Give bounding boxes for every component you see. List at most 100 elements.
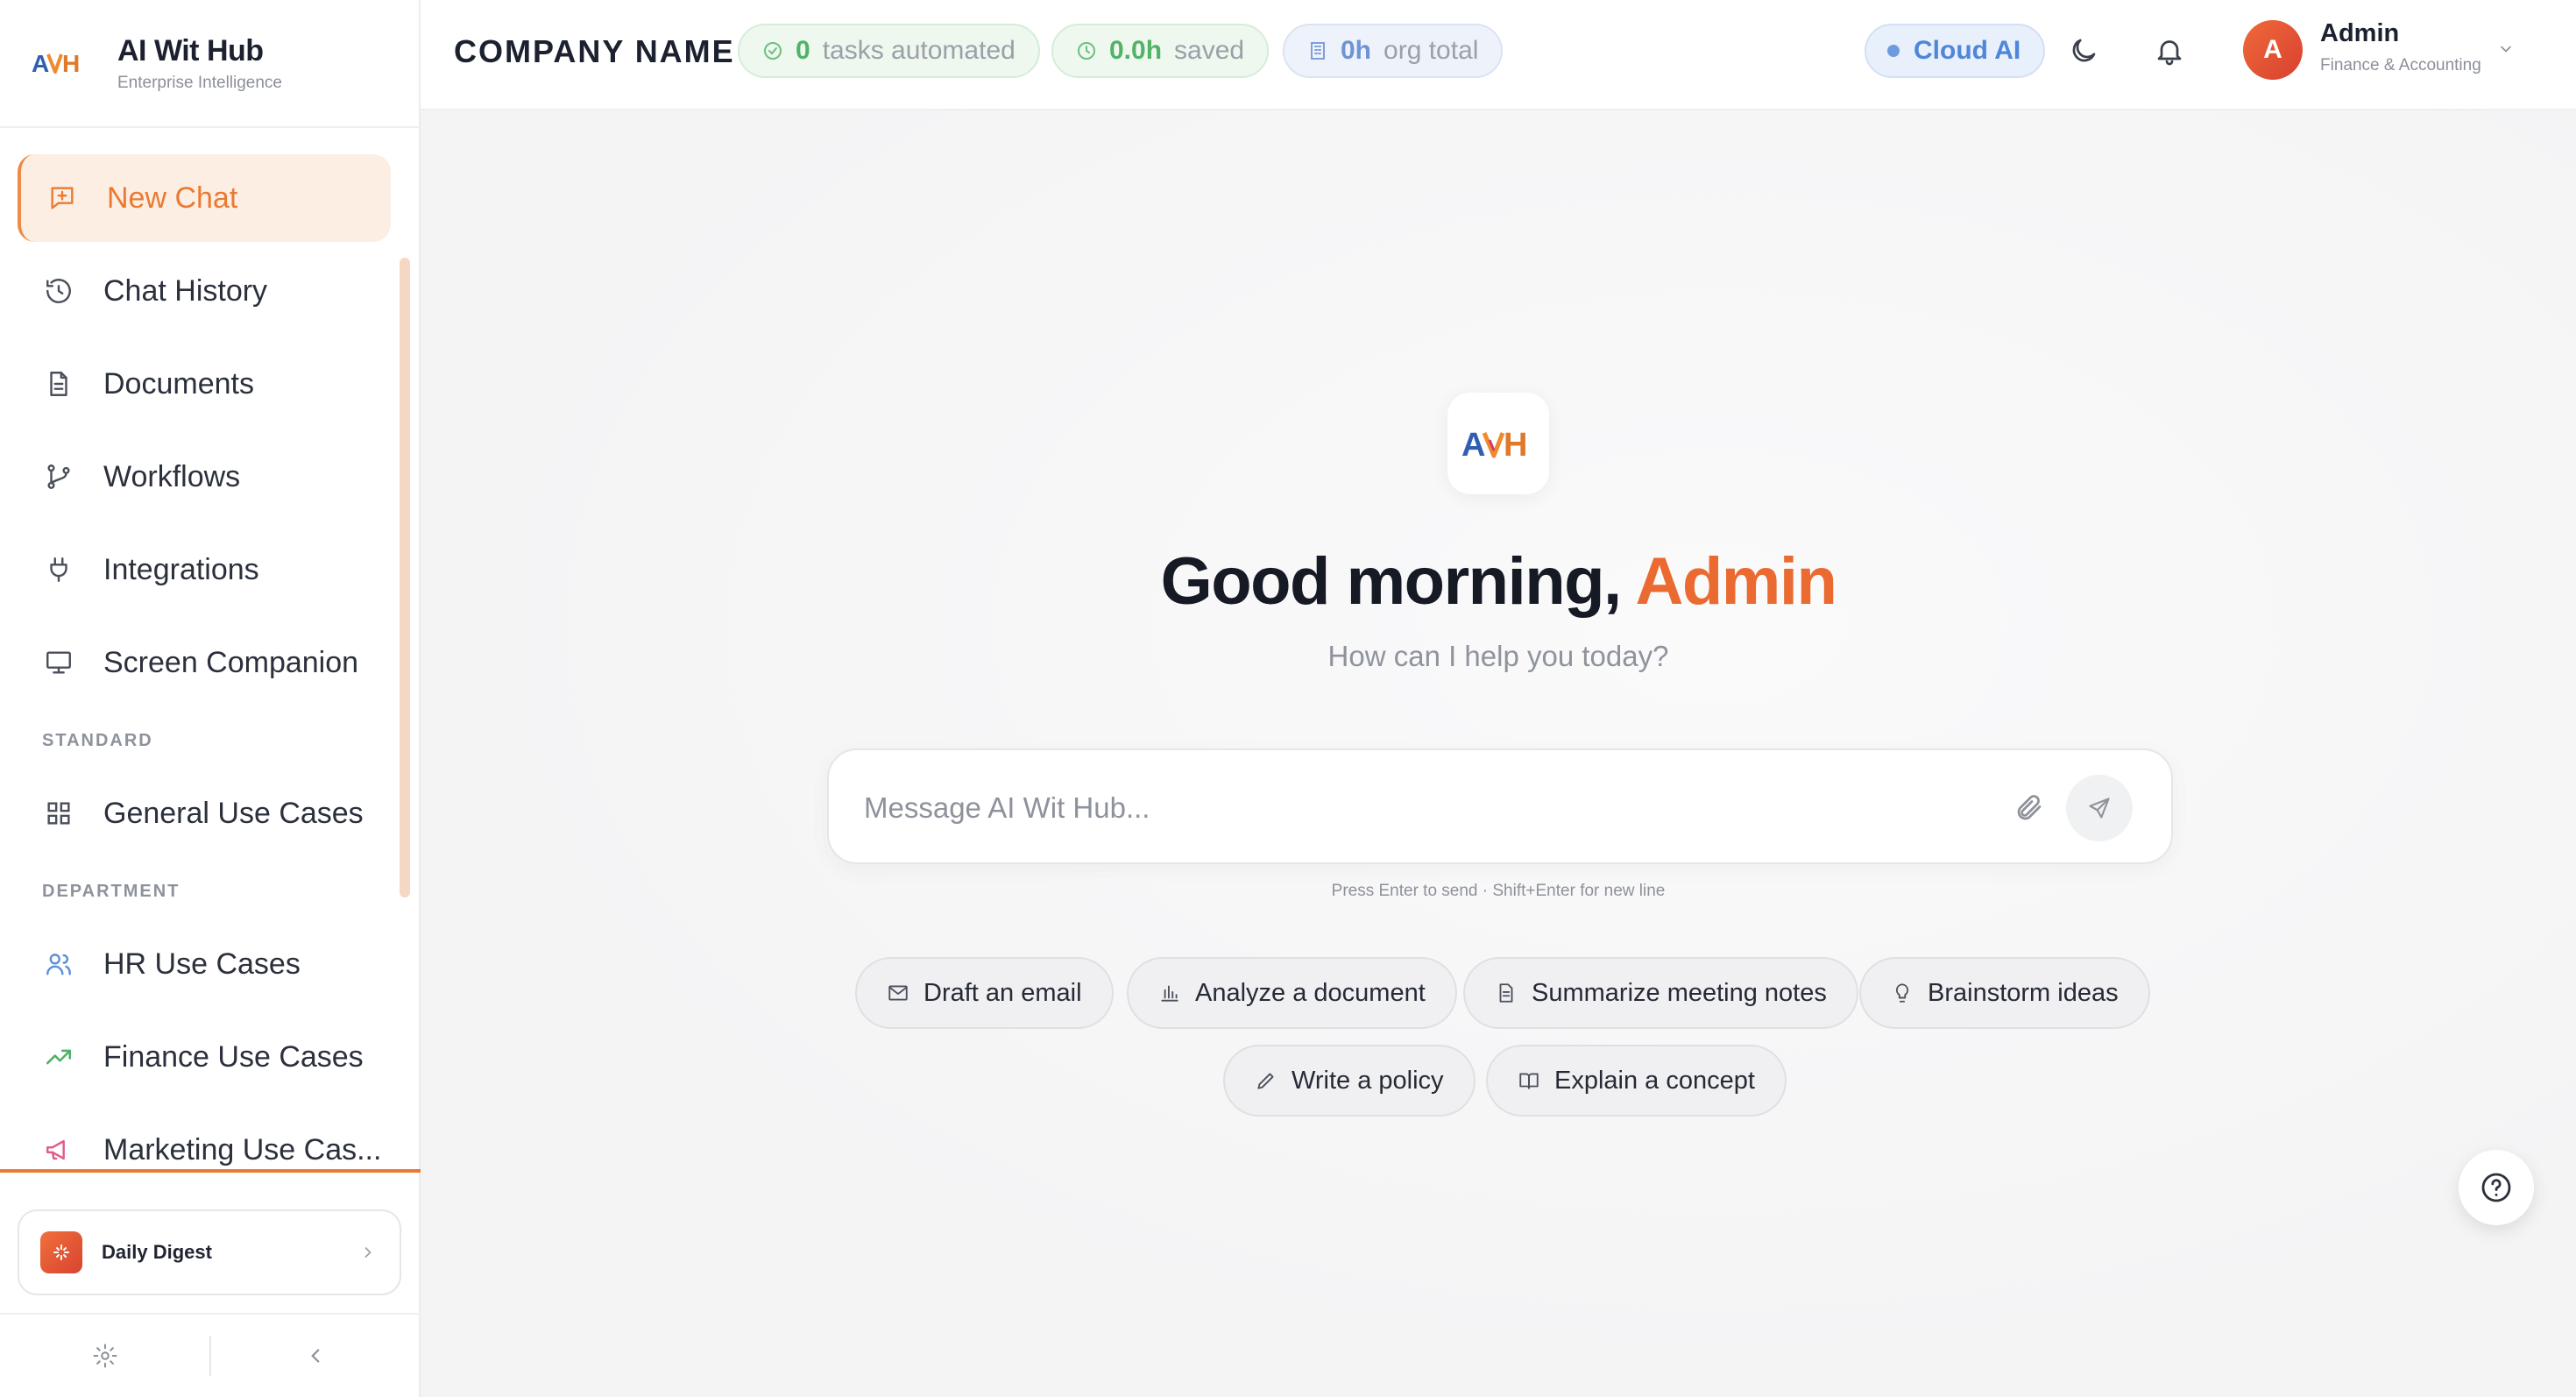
settings-button[interactable] <box>0 1314 209 1397</box>
hero-logo: A H <box>1447 393 1549 494</box>
help-circle-icon <box>2481 1173 2511 1202</box>
file-text-icon <box>1499 983 1513 1003</box>
pencil-icon <box>1257 1073 1274 1089</box>
ai-mode-label: Cloud AI <box>1914 36 2021 65</box>
awh-logo: A H <box>1461 427 1527 464</box>
suggestion-label: Summarize meeting notes <box>1532 978 1827 1007</box>
stat-hours-saved: 0.0h saved <box>1051 24 1270 78</box>
ai-mode-toggle[interactable]: Cloud AI <box>1865 24 2046 78</box>
svg-text:A: A <box>1461 427 1485 464</box>
sidebar: A H AI Wit Hub Enterprise Intelligence N… <box>0 0 421 1397</box>
greeting-prefix: Good morning, <box>1160 544 1636 619</box>
stat-label: saved <box>1174 36 1245 65</box>
daily-digest-label: Daily Digest <box>102 1241 212 1263</box>
sidebar-footer <box>0 1313 421 1397</box>
user-name[interactable]: Admin <box>2320 19 2399 48</box>
sparkle-icon <box>40 1231 82 1273</box>
history-icon <box>46 279 71 303</box>
send-icon <box>2089 798 2110 819</box>
monitor-icon <box>46 651 71 674</box>
sidebar-item-hr-use-cases[interactable]: HR Use Cases <box>18 920 391 1008</box>
composer-hint: Press Enter to send · Shift+Enter for ne… <box>1331 882 1666 900</box>
company-name: COMPANY NAME <box>454 33 735 69</box>
user-role: Finance & Accounting <box>2320 56 2481 74</box>
sidebar-item-label: Documents <box>103 366 254 401</box>
stat-value: 0h <box>1341 36 1372 65</box>
sidebar-item-workflows[interactable]: Workflows <box>18 433 391 521</box>
suggestion-explain-concept[interactable]: Explain a concept <box>1486 1045 1787 1117</box>
sidebar-item-label: Chat History <box>103 273 268 308</box>
sidebar-item-finance-use-cases[interactable]: Finance Use Cases <box>18 1013 391 1101</box>
suggestion-write-policy[interactable]: Write a policy <box>1223 1045 1476 1117</box>
suggestion-label: Explain a concept <box>1554 1066 1755 1095</box>
sidebar-item-label: Integrations <box>103 552 259 586</box>
grid-icon <box>47 802 70 825</box>
status-dot <box>1887 45 1900 57</box>
lightbulb-icon <box>1895 983 1909 1003</box>
svg-text:A: A <box>32 50 49 77</box>
sidebar-item-label: New Chat <box>107 181 238 215</box>
awh-logo: A H <box>32 50 80 77</box>
daily-digest-button[interactable]: Daily Digest <box>18 1209 401 1295</box>
bar-chart-icon <box>1161 985 1178 1002</box>
stat-tasks-automated: 0 tasks automated <box>738 24 1040 78</box>
sidebar-item-documents[interactable]: Documents <box>18 340 391 428</box>
git-branch-icon <box>47 464 70 489</box>
sidebar-nav: New Chat Chat History Documents Workflow… <box>0 128 410 1187</box>
stat-label: org total <box>1384 36 1479 65</box>
sidebar-item-integrations[interactable]: Integrations <box>18 526 391 613</box>
sidebar-divider <box>0 1169 421 1173</box>
stat-label: tasks automated <box>822 36 1016 65</box>
help-button[interactable] <box>2459 1150 2534 1225</box>
chat-main: A H Good morning, Admin How can I help y… <box>421 110 2576 1397</box>
bell-icon[interactable] <box>2154 35 2185 67</box>
chevron-down-icon[interactable] <box>2497 40 2515 58</box>
svg-text:H: H <box>62 50 80 77</box>
sidebar-item-label: Marketing Use Cas... <box>103 1132 382 1167</box>
clock-icon <box>1078 42 1095 60</box>
suggestion-label: Brainstorm ideas <box>1928 978 2119 1007</box>
suggestion-brainstorm[interactable]: Brainstorm ideas <box>1859 957 2150 1029</box>
trending-up-icon <box>46 1049 72 1065</box>
paperclip-icon[interactable] <box>2013 792 2045 824</box>
collapse-sidebar-button[interactable] <box>211 1314 421 1397</box>
section-title-department: DEPARTMENT <box>42 882 180 901</box>
sidebar-item-label: Finance Use Cases <box>103 1039 364 1074</box>
plug-icon <box>50 557 67 582</box>
stat-org-total: 0h org total <box>1283 24 1504 78</box>
sidebar-item-new-chat[interactable]: New Chat <box>18 154 391 242</box>
sidebar-item-general-use-cases[interactable]: General Use Cases <box>18 769 391 857</box>
send-button[interactable] <box>2066 775 2133 841</box>
suggestion-label: Write a policy <box>1292 1066 1444 1095</box>
message-input[interactable] <box>864 785 2020 831</box>
suggestion-draft-email[interactable]: Draft an email <box>855 957 1114 1029</box>
sidebar-item-label: General Use Cases <box>103 796 364 830</box>
moon-icon[interactable] <box>2068 35 2099 67</box>
book-open-icon <box>1519 1073 1539 1089</box>
suggestion-label: Analyze a document <box>1195 978 1426 1007</box>
sidebar-item-label: Screen Companion <box>103 645 359 679</box>
message-plus-icon <box>51 187 74 209</box>
stat-value: 0 <box>796 36 810 65</box>
sidebar-item-chat-history[interactable]: Chat History <box>18 247 391 335</box>
mail-icon <box>888 985 908 1001</box>
check-circle-icon <box>764 42 782 60</box>
suggestion-label: Draft an email <box>924 978 1082 1007</box>
brand[interactable]: A H AI Wit Hub Enterprise Intelligence <box>0 0 419 128</box>
app-name: AI Wit Hub <box>117 33 264 67</box>
avatar[interactable]: A <box>2243 20 2303 80</box>
gear-icon <box>93 1344 117 1368</box>
suggestion-analyze-document[interactable]: Analyze a document <box>1127 957 1457 1029</box>
megaphone-icon <box>46 1139 65 1160</box>
sidebar-item-screen-companion[interactable]: Screen Companion <box>18 619 391 706</box>
sidebar-item-marketing-use-cases[interactable]: Marketing Use Cas... <box>18 1106 391 1187</box>
document-icon <box>50 372 67 396</box>
sidebar-scrollbar[interactable] <box>400 258 410 897</box>
sidebar-item-label: Workflows <box>103 459 241 493</box>
greeting-name: Admin <box>1635 544 1836 619</box>
top-header: COMPANY NAME 0 tasks automated 0.0h save… <box>421 0 2576 110</box>
app-tagline: Enterprise Intelligence <box>117 73 282 92</box>
suggestion-summarize-notes[interactable]: Summarize meeting notes <box>1463 957 1858 1029</box>
chevron-left-icon <box>311 1349 320 1363</box>
building-icon <box>1311 42 1325 60</box>
